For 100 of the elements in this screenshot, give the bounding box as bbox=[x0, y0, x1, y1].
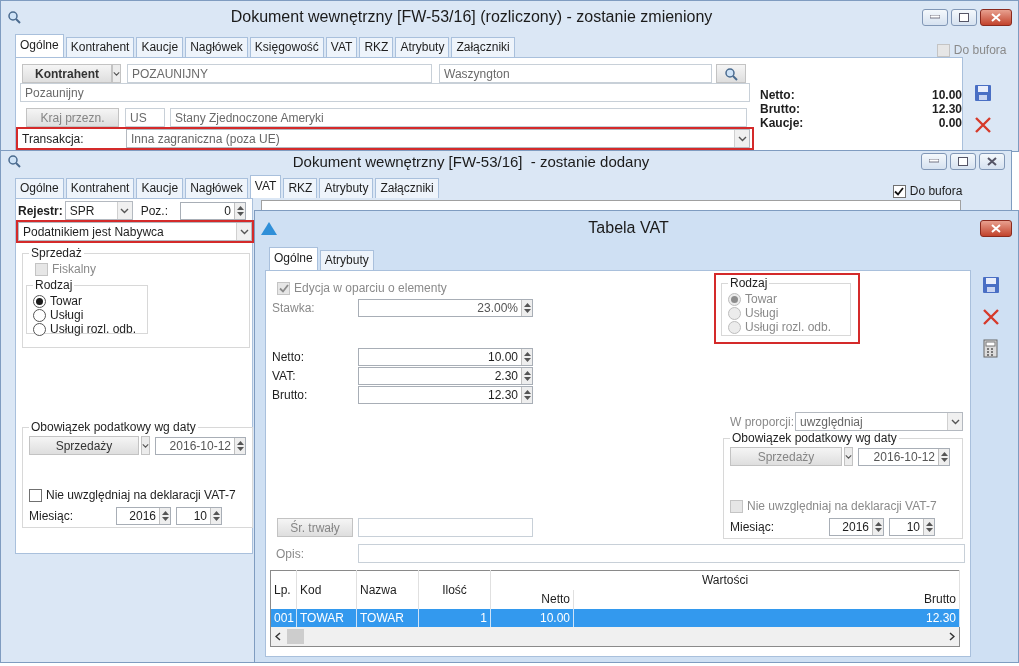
tab[interactable]: Atrybuty bbox=[319, 250, 374, 270]
tab[interactable]: VAT bbox=[325, 37, 358, 57]
tab[interactable]: Ogólne bbox=[15, 178, 64, 198]
tab[interactable]: Kaucje bbox=[136, 37, 184, 57]
close-button[interactable] bbox=[980, 219, 1012, 237]
spin-field[interactable]: 2016-10-12 bbox=[155, 436, 246, 455]
radio-label: Towar bbox=[745, 292, 777, 306]
tab[interactable]: Nagłówek bbox=[185, 37, 248, 57]
lookup-button[interactable] bbox=[716, 64, 746, 83]
tab[interactable]: Kontrahent bbox=[65, 37, 135, 57]
tab[interactable]: Ogólne bbox=[15, 34, 64, 57]
tab[interactable]: Kaucje bbox=[136, 178, 184, 198]
field-label: W proporcji: bbox=[730, 414, 795, 429]
dropdown[interactable]: Podatnikiem jest Nabywca bbox=[18, 222, 252, 241]
group-title: Rodzaj bbox=[729, 276, 769, 290]
spin-buttons[interactable] bbox=[159, 508, 170, 524]
column-header[interactable]: Netto bbox=[490, 589, 574, 609]
column-header[interactable]: Brutto bbox=[573, 589, 960, 609]
spin-field[interactable]: 0 bbox=[180, 201, 247, 220]
cancel-icon[interactable] bbox=[982, 308, 1000, 326]
input-field[interactable] bbox=[358, 518, 533, 537]
spin-field[interactable]: 12.30 bbox=[358, 386, 533, 404]
magnifier-icon bbox=[7, 10, 21, 24]
spin-field[interactable]: 10 bbox=[176, 507, 222, 525]
spin-field[interactable]: 10 bbox=[889, 518, 935, 536]
field-label: Netto: bbox=[272, 350, 305, 364]
column-header[interactable]: Lp. bbox=[270, 570, 297, 609]
window-title: Dokument wewnętrzny [FW-53/16] (rozliczony) - zostanie zmieniony bbox=[229, 8, 714, 26]
group-title: Rodzaj bbox=[34, 278, 74, 292]
radio-button[interactable] bbox=[33, 294, 46, 308]
spin-buttons[interactable] bbox=[521, 368, 532, 384]
input-field[interactable]: POZAUNIJNY bbox=[127, 64, 432, 83]
radio-label: Usługi bbox=[745, 306, 779, 320]
input-field[interactable]: US bbox=[125, 108, 165, 127]
dropdown-button[interactable] bbox=[141, 436, 150, 455]
field-label: Stawka: bbox=[272, 301, 316, 315]
dropdown[interactable]: uwzględniaj bbox=[795, 412, 963, 431]
tab[interactable]: RKZ bbox=[283, 178, 318, 198]
spin-field[interactable]: 2.30 bbox=[358, 367, 533, 385]
checkbox[interactable] bbox=[892, 184, 906, 198]
radio-button[interactable] bbox=[33, 322, 46, 336]
spin-buttons[interactable] bbox=[521, 300, 532, 316]
spin-field[interactable]: 10.00 bbox=[358, 348, 533, 366]
minimize-icon bbox=[930, 15, 940, 19]
total-value: 12.30 bbox=[931, 102, 962, 116]
field-label: Poz.: bbox=[140, 203, 169, 218]
input-field[interactable] bbox=[358, 544, 965, 563]
tab[interactable]: RKZ bbox=[359, 37, 394, 57]
spin-field[interactable]: 23.00% bbox=[358, 299, 533, 317]
save-icon[interactable] bbox=[982, 276, 1000, 294]
tab[interactable]: Księgowość bbox=[249, 37, 324, 57]
table-cell: 001 bbox=[270, 608, 297, 627]
dropdown[interactable]: Inna zagraniczna (poza UE) bbox=[126, 129, 750, 148]
tab[interactable]: Kontrahent bbox=[65, 178, 135, 198]
kontrahent-button[interactable]: Kontrahent bbox=[22, 64, 112, 83]
input-field[interactable]: Pozaunijny bbox=[20, 83, 750, 102]
input-field[interactable]: Stany Zjednoczone Ameryki bbox=[170, 108, 747, 127]
input-field[interactable]: Waszyngton bbox=[439, 64, 712, 83]
spin-field[interactable]: 2016 bbox=[829, 518, 884, 536]
group-title: Obowiązek podatkowy wg daty bbox=[30, 420, 197, 434]
spin-buttons[interactable] bbox=[872, 519, 883, 535]
column-header[interactable]: Wartości bbox=[490, 570, 960, 590]
tab[interactable]: Załączniki bbox=[375, 178, 439, 198]
radio-button[interactable] bbox=[33, 308, 46, 322]
close-button[interactable] bbox=[979, 152, 1005, 170]
maximize-button[interactable] bbox=[950, 152, 976, 170]
dropdown-button[interactable] bbox=[112, 64, 121, 83]
caret-icon bbox=[142, 442, 149, 449]
spin-buttons[interactable] bbox=[938, 448, 949, 465]
table-cell: 1 bbox=[418, 608, 491, 627]
tab[interactable]: Ogólne bbox=[269, 247, 318, 270]
dropdown-button[interactable] bbox=[844, 447, 853, 466]
column-header[interactable]: Nazwa bbox=[356, 570, 419, 609]
calculator-icon[interactable] bbox=[982, 339, 1000, 359]
total-label: Brutto: bbox=[760, 102, 800, 116]
spin-buttons[interactable] bbox=[521, 349, 532, 365]
radio-label: Usługi rozl. odb. bbox=[50, 322, 137, 336]
spin-buttons[interactable] bbox=[521, 387, 532, 403]
table-cell: 10.00 bbox=[490, 608, 574, 627]
tab[interactable]: Atrybuty bbox=[395, 37, 450, 57]
spin-field[interactable]: 2016 bbox=[116, 507, 171, 525]
date-source-button[interactable]: Sprzedaży bbox=[29, 436, 139, 455]
dropdown[interactable]: SPR bbox=[64, 201, 133, 220]
spin-buttons[interactable] bbox=[234, 202, 246, 219]
scroll-thumb[interactable] bbox=[287, 628, 304, 644]
tab[interactable]: Atrybuty bbox=[319, 178, 374, 198]
spin-buttons[interactable] bbox=[923, 519, 934, 535]
save-icon[interactable] bbox=[974, 84, 992, 102]
group-title: Sprzedaż bbox=[30, 246, 83, 260]
maximize-button[interactable] bbox=[951, 8, 977, 26]
tab[interactable]: Załączniki bbox=[451, 37, 515, 57]
checkbox[interactable] bbox=[29, 488, 42, 502]
cancel-icon[interactable] bbox=[974, 116, 992, 134]
tab[interactable]: VAT bbox=[249, 175, 282, 198]
column-header[interactable]: Ilość bbox=[418, 570, 491, 609]
spin-buttons[interactable] bbox=[234, 437, 245, 454]
close-button[interactable] bbox=[980, 8, 1012, 26]
spin-buttons[interactable] bbox=[210, 508, 221, 524]
column-header[interactable]: Kod bbox=[296, 570, 357, 609]
tab[interactable]: Nagłówek bbox=[185, 178, 248, 198]
